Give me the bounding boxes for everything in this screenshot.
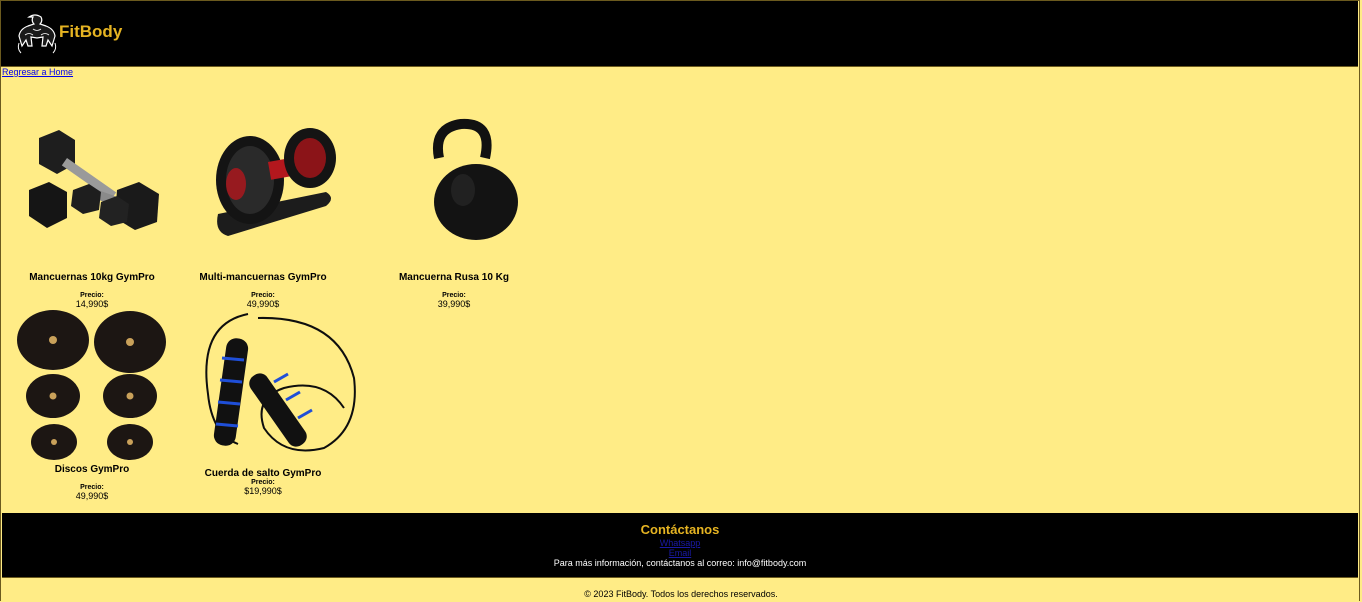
product-card[interactable]: Mancuerna Rusa 10 Kg Precio: 39,990$ xyxy=(379,118,529,310)
product-price: 14,990$ xyxy=(75,299,109,309)
product-name: Multi-mancuernas GymPro xyxy=(199,272,327,283)
bodybuilder-logo-icon[interactable] xyxy=(15,13,59,55)
brand-name[interactable]: FitBody xyxy=(59,22,122,42)
price-label: Precio: xyxy=(80,292,104,299)
product-name: Discos GymPro xyxy=(54,464,130,475)
site-footer: Contáctanos Whatsapp Email Para más info… xyxy=(2,513,1358,578)
contact-title: Contáctanos xyxy=(640,522,720,537)
dumbbells-image xyxy=(29,130,159,230)
weight-plates-image xyxy=(17,310,166,460)
contact-info: Para más información, contáctanos al cor… xyxy=(553,558,807,568)
price-label: Precio: xyxy=(80,484,104,491)
site-header: FitBody xyxy=(1,1,1358,67)
email-link[interactable]: Email xyxy=(2,548,1358,558)
product-name: Mancuernas 10kg GymPro xyxy=(29,272,155,283)
product-card[interactable]: Multi-mancuernas GymPro Precio: 49,990$ xyxy=(188,118,338,310)
kettlebell-image xyxy=(433,118,518,240)
product-price: $19,990$ xyxy=(244,486,282,496)
product-price: 49,990$ xyxy=(75,491,109,501)
product-name: Mancuerna Rusa 10 Kg xyxy=(398,272,510,283)
whatsapp-link[interactable]: Whatsapp xyxy=(2,538,1358,548)
back-home-link[interactable]: Regresar a Home xyxy=(2,67,73,77)
product-card[interactable]: Discos GymPro Precio: 49,990$ xyxy=(17,310,167,502)
product-price: 49,990$ xyxy=(246,299,280,309)
price-label: Precio: xyxy=(251,292,275,299)
product-card[interactable]: Cuerda de salto GymPro Precio: $19,990$ xyxy=(188,310,356,502)
jump-rope-image xyxy=(205,313,356,452)
product-price: 39,990$ xyxy=(437,299,471,309)
product-card[interactable]: Mancuernas 10kg GymPro Precio: 14,990$ xyxy=(17,118,167,310)
price-label: Precio: xyxy=(251,479,275,486)
price-label: Precio: xyxy=(442,292,466,299)
adjustable-dumbbell-image xyxy=(216,128,336,236)
product-name: Cuerda de salto GymPro xyxy=(204,468,322,479)
copyright: © 2023 FitBody. Todos los derechos reser… xyxy=(584,589,778,599)
